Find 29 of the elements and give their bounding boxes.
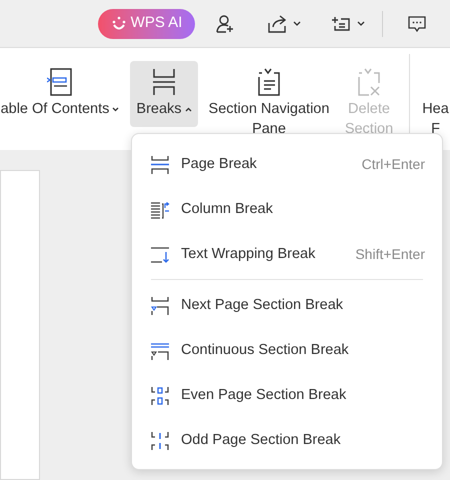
section-break-icon [150,386,170,406]
contents-icon [47,68,73,96]
menu-item[interactable]: Continuous Section Break [132,328,442,373]
menu-item[interactable]: Page Break Ctrl+Enter [132,142,442,187]
add-user-icon[interactable] [215,14,235,34]
ribbon-button[interactable]: Section Navigation Pane [204,61,334,138]
menu-item[interactable]: Text Wrapping Break Shift+Enter [132,232,442,277]
column-break-icon [150,200,170,220]
share-icon[interactable] [267,14,301,34]
caret-icon [184,106,192,112]
menu-item[interactable]: Even Page Section Break [132,373,442,418]
section-pane-icon [256,68,282,96]
section-break-icon [150,340,170,360]
section-break-icon [150,430,170,450]
wrap-arrow-icon [150,244,170,264]
page-break-icon [152,68,176,96]
menu-item[interactable]: Column Break [132,187,442,232]
shortcut-text: Ctrl+Enter [362,155,425,174]
caret-icon [112,106,120,112]
menu-item[interactable]: Odd Page Section Break [132,418,442,463]
comment-icon[interactable] [407,14,427,32]
menu-item[interactable]: Next Page Section Break [132,283,442,328]
smiley-icon [110,16,127,32]
delete-section-icon [356,68,382,96]
page-break-icon [150,154,170,174]
section-break-icon [150,296,170,316]
ribbon-button[interactable]: Breaks [130,61,198,127]
shortcut-text: Shift+Enter [355,245,425,264]
ribbon-button[interactable]: able Of Contents [0,61,124,127]
